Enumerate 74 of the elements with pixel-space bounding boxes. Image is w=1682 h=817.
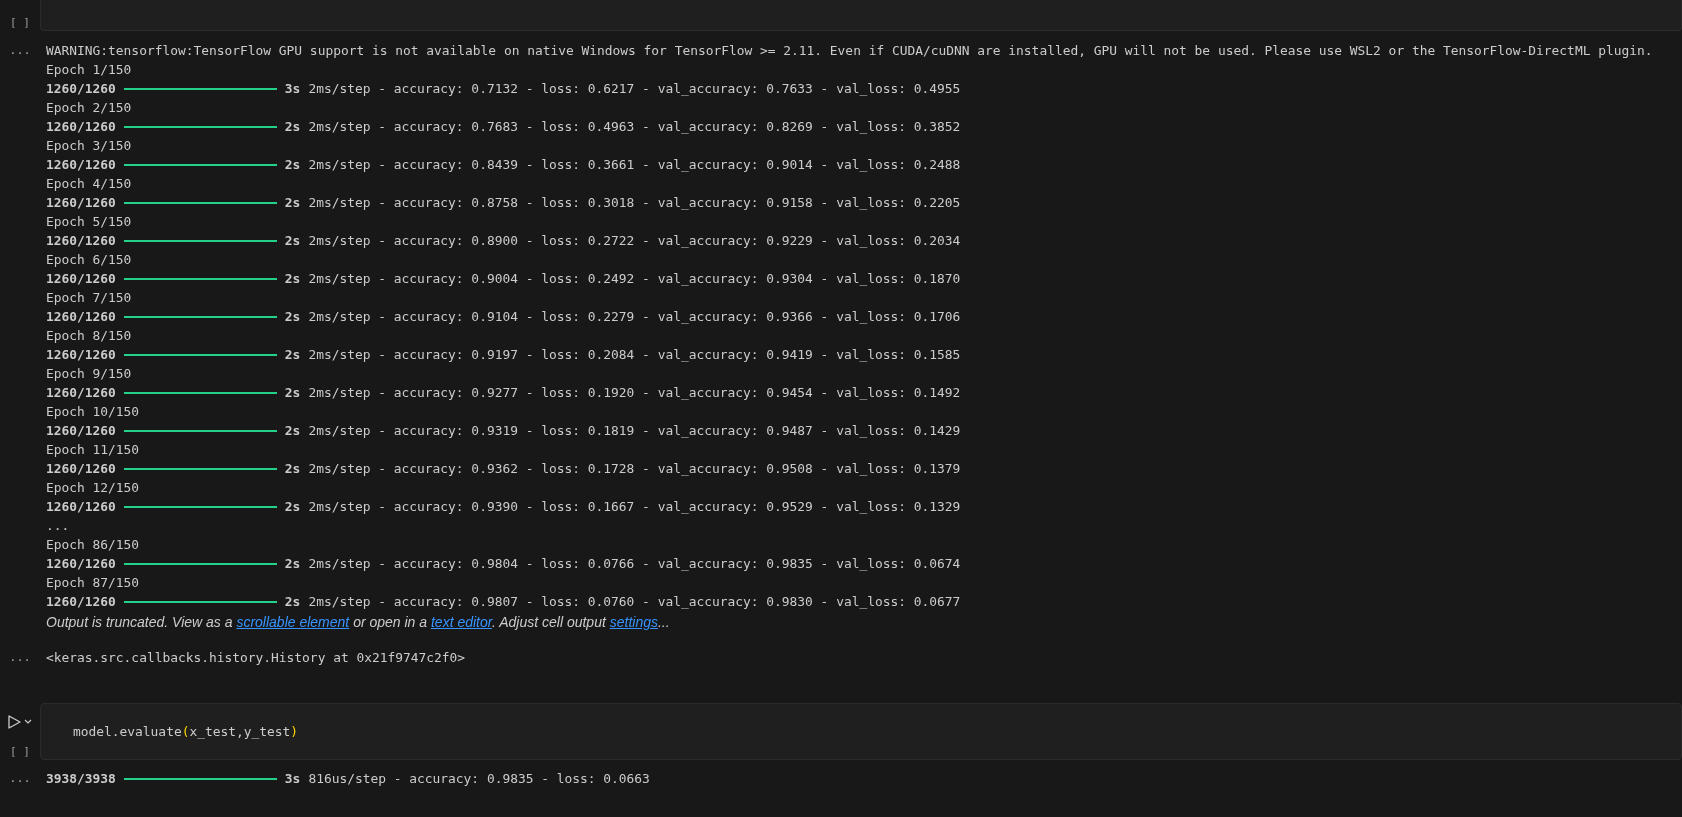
evaluate-time: 3s	[284, 770, 301, 788]
step-count: 1260/1260	[46, 194, 116, 212]
epoch-label: Epoch 1/150	[46, 61, 133, 79]
epoch-time: 2s	[284, 555, 301, 573]
step-count: 1260/1260	[46, 156, 116, 174]
step-count: 1260/1260	[46, 384, 116, 402]
epoch-time: 2s	[284, 346, 301, 364]
epoch-label: Epoch 86/150	[46, 536, 141, 554]
metrics-text: 2ms/step - accuracy: 0.7132 - loss: 0.6217 - val_accuracy: 0.7633 - val_loss: 0.4955	[308, 80, 961, 98]
output-menu-icon[interactable]: ...	[9, 769, 31, 788]
step-count: 1260/1260	[46, 460, 116, 478]
epoch-time: 2s	[284, 384, 301, 402]
epoch-label: Epoch 3/150	[46, 137, 133, 155]
epoch-label: Epoch 4/150	[46, 175, 133, 193]
metrics-text: 2ms/step - accuracy: 0.9104 - loss: 0.2279 - val_accuracy: 0.9366 - val_loss: 0.1706	[308, 308, 961, 326]
warning-text: WARNING:tensorflow:TensorFlow GPU support is not available on native Windows for TensorFlow >= 2.11. Even if CUDA/cuDNN are installed, GPU will not be used. Please use WSL2 or the TensorFlow-DirectML plugin.	[46, 42, 1653, 60]
metrics-text: 2ms/step - accuracy: 0.8758 - loss: 0.3018 - val_accuracy: 0.9158 - val_loss: 0.2205	[308, 194, 961, 212]
metrics-text: 2ms/step - accuracy: 0.9804 - loss: 0.0766 - val_accuracy: 0.9835 - val_loss: 0.0674	[308, 555, 961, 573]
truncated-notice: Output is truncated. View as a scrollable element or open in a text editor. Adjust cell output settings...	[46, 613, 671, 632]
output-menu-icon[interactable]: ...	[9, 41, 31, 633]
epoch-label: Epoch 6/150	[46, 251, 133, 269]
epoch-label: ...	[46, 517, 71, 535]
epoch-time: 2s	[284, 308, 301, 326]
epoch-label: Epoch 10/150	[46, 403, 141, 421]
epoch-label: Epoch 8/150	[46, 327, 133, 345]
step-count: 1260/1260	[46, 118, 116, 136]
step-count: 1260/1260	[46, 232, 116, 250]
notice-link[interactable]: settings	[609, 614, 658, 630]
metrics-text: 2ms/step - accuracy: 0.9319 - loss: 0.1819 - val_accuracy: 0.9487 - val_loss: 0.1429	[308, 422, 961, 440]
output-menu-icon[interactable]: ...	[9, 648, 31, 667]
epoch-time: 2s	[284, 232, 301, 250]
metrics-text: 2ms/step - accuracy: 0.9197 - loss: 0.2084 - val_accuracy: 0.9419 - val_loss: 0.1585	[308, 346, 961, 364]
run-status: [ ]	[10, 745, 30, 758]
run-status: [ ]	[10, 16, 30, 29]
metrics-text: 2ms/step - accuracy: 0.9390 - loss: 0.1667 - val_accuracy: 0.9529 - val_loss: 0.1329	[308, 498, 961, 516]
step-count: 1260/1260	[46, 270, 116, 288]
epoch-time: 2s	[284, 422, 301, 440]
epoch-time: 2s	[284, 460, 301, 478]
metrics-text: 2ms/step - accuracy: 0.9004 - loss: 0.2492 - val_accuracy: 0.9304 - val_loss: 0.1870	[308, 270, 961, 288]
metrics-text: 2ms/step - accuracy: 0.9807 - loss: 0.0760 - val_accuracy: 0.9830 - val_loss: 0.0677	[308, 593, 961, 611]
code-line: model.evaluate(x_test,y_test)	[73, 724, 299, 739]
step-count: 1260/1260	[46, 422, 116, 440]
step-count: 1260/1260	[46, 593, 116, 611]
code-cell[interactable]: model.evaluate(x_test,y_test)	[40, 703, 1682, 760]
epoch-time: 2s	[284, 194, 301, 212]
step-count: 1260/1260	[46, 555, 116, 573]
run-icon[interactable]	[7, 715, 33, 729]
result-text: <keras.src.callbacks.history.History at 0x21f9747c2f0>	[46, 649, 466, 667]
epoch-label: Epoch 7/150	[46, 289, 133, 307]
epoch-time: 2s	[284, 156, 301, 174]
metrics-text: 2ms/step - accuracy: 0.9277 - loss: 0.1920 - val_accuracy: 0.9454 - val_loss: 0.1492	[308, 384, 961, 402]
epoch-label: Epoch 87/150	[46, 574, 141, 592]
metrics-text: 2ms/step - accuracy: 0.8439 - loss: 0.3661 - val_accuracy: 0.9014 - val_loss: 0.2488	[308, 156, 961, 174]
step-count: 3938/3938	[46, 770, 116, 788]
metrics-text: 2ms/step - accuracy: 0.9362 - loss: 0.1728 - val_accuracy: 0.9508 - val_loss: 0.1379	[308, 460, 961, 478]
step-count: 1260/1260	[46, 346, 116, 364]
epoch-label: Epoch 5/150	[46, 213, 133, 231]
notice-link[interactable]: text editor	[431, 614, 492, 630]
epoch-time: 2s	[284, 498, 301, 516]
epoch-label: Epoch 9/150	[46, 365, 133, 383]
epoch-time: 3s	[284, 80, 301, 98]
epoch-time: 2s	[284, 118, 301, 136]
epoch-label: Epoch 12/150	[46, 479, 141, 497]
metrics-text: 2ms/step - accuracy: 0.8900 - loss: 0.2722 - val_accuracy: 0.9229 - val_loss: 0.2034	[308, 232, 961, 250]
step-count: 1260/1260	[46, 80, 116, 98]
step-count: 1260/1260	[46, 308, 116, 326]
notice-link[interactable]: scrollable element	[236, 614, 350, 630]
metrics-text: 2ms/step - accuracy: 0.7683 - loss: 0.4963 - val_accuracy: 0.8269 - val_loss: 0.3852	[308, 118, 961, 136]
epoch-time: 2s	[284, 270, 301, 288]
metrics-text: 816us/step - accuracy: 0.9835 - loss: 0.0663	[308, 770, 650, 788]
epoch-time: 2s	[284, 593, 301, 611]
epoch-label: Epoch 2/150	[46, 99, 133, 117]
epoch-label: Epoch 11/150	[46, 441, 141, 459]
step-count: 1260/1260	[46, 498, 116, 516]
